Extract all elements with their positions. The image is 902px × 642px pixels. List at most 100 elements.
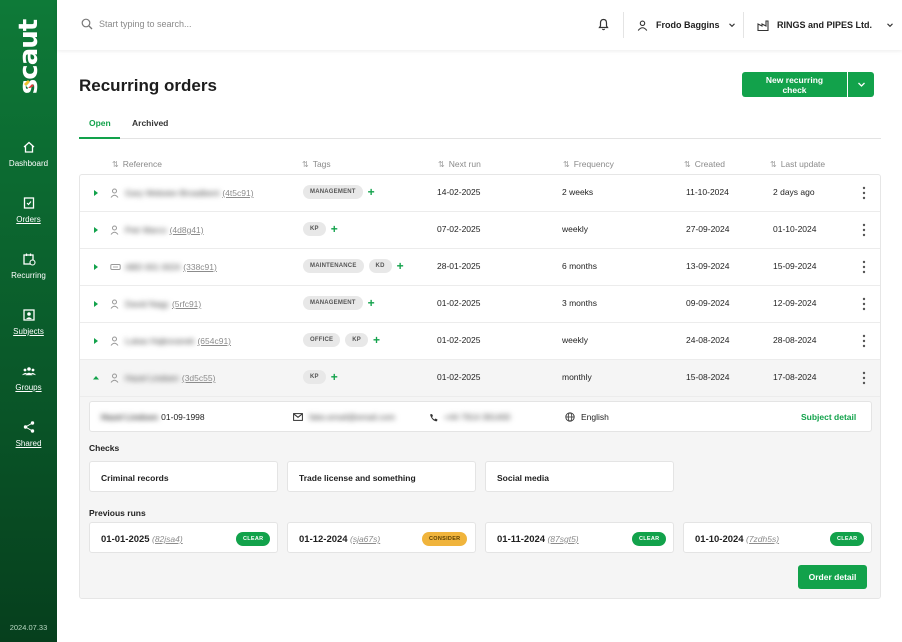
more-options-icon[interactable]: [862, 371, 866, 385]
table-row[interactable]: Gary Webster-Broadbent (4t5c91) MANAGEMEN…: [80, 175, 880, 212]
phone-value: +44 7914 391400: [444, 412, 511, 422]
reference-id[interactable]: (654c91): [197, 336, 231, 346]
sidebar-item-recurring[interactable]: Recurring: [0, 252, 57, 280]
sidebar-item-label: Groups: [15, 383, 42, 392]
sidebar-item-groups[interactable]: Groups: [0, 364, 57, 392]
subject-name: ABD 001 0024: [125, 262, 181, 272]
tag: MAINTENANCE: [303, 259, 364, 273]
person-icon: [110, 373, 119, 383]
run-date: 01-12-2024: [299, 534, 348, 545]
run-card[interactable]: 01-01-2025 (82jsa4) CLEAR: [89, 522, 278, 553]
column-tags[interactable]: ⇅ Tags: [302, 159, 331, 169]
reference: David Nagy (5rfc91): [125, 299, 201, 309]
globe-icon: [565, 412, 575, 422]
reference-id[interactable]: (4d8g41): [170, 225, 204, 235]
sidebar-item-subjects[interactable]: Subjects: [0, 308, 57, 336]
person-icon: [110, 336, 119, 346]
run-card[interactable]: 01-11-2024 (87sgt5) CLEAR: [485, 522, 674, 553]
tab-open[interactable]: Open: [89, 118, 111, 128]
sort-icon: ⇅: [563, 159, 570, 169]
company-menu[interactable]: RINGS and PIPES Ltd.: [757, 17, 894, 33]
check-name: Trade license and something: [299, 473, 416, 483]
reference-id[interactable]: (338c91): [183, 262, 217, 272]
run-id[interactable]: (sja67s): [350, 534, 380, 544]
last-update: 17-08-2024: [773, 372, 817, 382]
frequency: weekly: [562, 335, 588, 345]
add-tag-icon[interactable]: +: [368, 297, 375, 309]
column-label: Reference: [122, 159, 162, 169]
top-bar: Frodo Baggins RINGS and PIPES Ltd.: [57, 0, 902, 50]
sidebar-item-shared[interactable]: Shared: [0, 420, 57, 448]
column-label: Last update: [780, 159, 826, 169]
app-logo[interactable]: scaut: [14, 16, 44, 94]
sidebar-item-orders[interactable]: Orders: [0, 196, 57, 224]
column-next-run[interactable]: ⇅ Next run: [438, 159, 481, 169]
run-id[interactable]: (82jsa4): [152, 534, 183, 544]
more-options-icon[interactable]: [862, 186, 866, 200]
column-created[interactable]: ⇅ Created: [684, 159, 725, 169]
new-recurring-dropdown-button[interactable]: [848, 72, 874, 97]
order-detail-button[interactable]: Order detail: [798, 565, 867, 589]
run-id[interactable]: (87sgt5): [547, 534, 578, 544]
expand-icon[interactable]: [92, 262, 100, 272]
add-tag-icon[interactable]: +: [331, 371, 338, 383]
reference: Petr Marco (4d8g41): [125, 225, 204, 235]
run-card[interactable]: 01-12-2024 (sja67s) CONSIDER: [287, 522, 476, 553]
sort-icon: ⇅: [770, 159, 777, 169]
user-name: Frodo Baggins: [656, 20, 720, 30]
next-run: 01-02-2025: [437, 335, 481, 345]
subject-card: Hazel Lindsen 01-09-1998 fake.email@emai…: [89, 401, 872, 432]
page-title: Recurring orders: [79, 76, 217, 95]
reference-id[interactable]: (4t5c91): [222, 188, 253, 198]
add-tag-icon[interactable]: +: [368, 186, 375, 198]
column-last-update[interactable]: ⇅ Last update: [770, 159, 825, 169]
table-row[interactable]: ABD 001 0024 (338c91) MAINTENANCE KD + 28-0…: [80, 249, 880, 286]
created: 27-09-2024: [686, 224, 730, 234]
tags: MAINTENANCE KD +: [303, 259, 404, 273]
expand-icon[interactable]: [92, 188, 100, 198]
status-badge: CLEAR: [236, 532, 271, 546]
subject-detail-link[interactable]: Subject detail: [801, 412, 856, 422]
table-header: ⇅ Reference ⇅ Tags ⇅ Next run ⇅ Frequency ⇅ C…: [79, 156, 881, 172]
sort-icon: ⇅: [302, 159, 309, 169]
tag: KP: [303, 222, 326, 236]
column-reference[interactable]: ⇅ Reference: [112, 159, 162, 169]
add-tag-icon[interactable]: +: [331, 223, 338, 235]
check-name: Social media: [497, 473, 549, 483]
more-options-icon[interactable]: [862, 260, 866, 274]
sidebar-item-dashboard[interactable]: Dashboard: [0, 140, 57, 168]
tab-archived[interactable]: Archived: [132, 118, 168, 128]
tag: KP: [303, 370, 326, 384]
collapse-icon[interactable]: [92, 373, 100, 383]
search-input[interactable]: [99, 15, 399, 33]
table-row[interactable]: Petr Marco (4d8g41) KP + 07-02-2025 weekly…: [80, 212, 880, 249]
column-frequency[interactable]: ⇅ Frequency: [563, 159, 614, 169]
chevron-down-icon: [887, 23, 893, 28]
expand-icon[interactable]: [92, 336, 100, 346]
user-menu[interactable]: Frodo Baggins: [637, 17, 736, 33]
table-row[interactable]: David Nagy (5rfc91) MANAGEMENT + 01-02-202…: [80, 286, 880, 323]
run-id[interactable]: (7zdh5s): [746, 534, 779, 544]
created: 15-08-2024: [686, 372, 730, 382]
reference-id[interactable]: (5rfc91): [172, 299, 201, 309]
new-recurring-check-button[interactable]: New recurring check: [742, 72, 847, 97]
run-card[interactable]: 01-10-2024 (7zdh5s) CLEAR: [683, 522, 872, 553]
more-options-icon[interactable]: [862, 223, 866, 237]
table-row-expanded[interactable]: Hazel Lindsen (3d5c55) KP + 01-02-2025 mon…: [80, 360, 880, 397]
more-options-icon[interactable]: [862, 334, 866, 348]
tags: KP +: [303, 370, 338, 384]
email-value: fake.email@email.com: [309, 412, 396, 422]
more-options-icon[interactable]: [862, 297, 866, 311]
reference-id[interactable]: (3d5c55): [182, 373, 216, 383]
add-tag-icon[interactable]: +: [373, 334, 380, 346]
bell-icon[interactable]: [597, 17, 610, 31]
reference: Lukas Hajkovanek (654c91): [125, 336, 231, 346]
add-tag-icon[interactable]: +: [397, 260, 404, 272]
frequency: 6 months: [562, 261, 597, 271]
expand-icon[interactable]: [92, 225, 100, 235]
phone-icon: [430, 413, 438, 421]
chevron-down-icon: [857, 82, 865, 87]
expand-icon[interactable]: [92, 299, 100, 309]
table-row[interactable]: Lukas Hajkovanek (654c91) OFFICE KP + 01-02…: [80, 323, 880, 360]
subject-language: English: [565, 412, 609, 422]
